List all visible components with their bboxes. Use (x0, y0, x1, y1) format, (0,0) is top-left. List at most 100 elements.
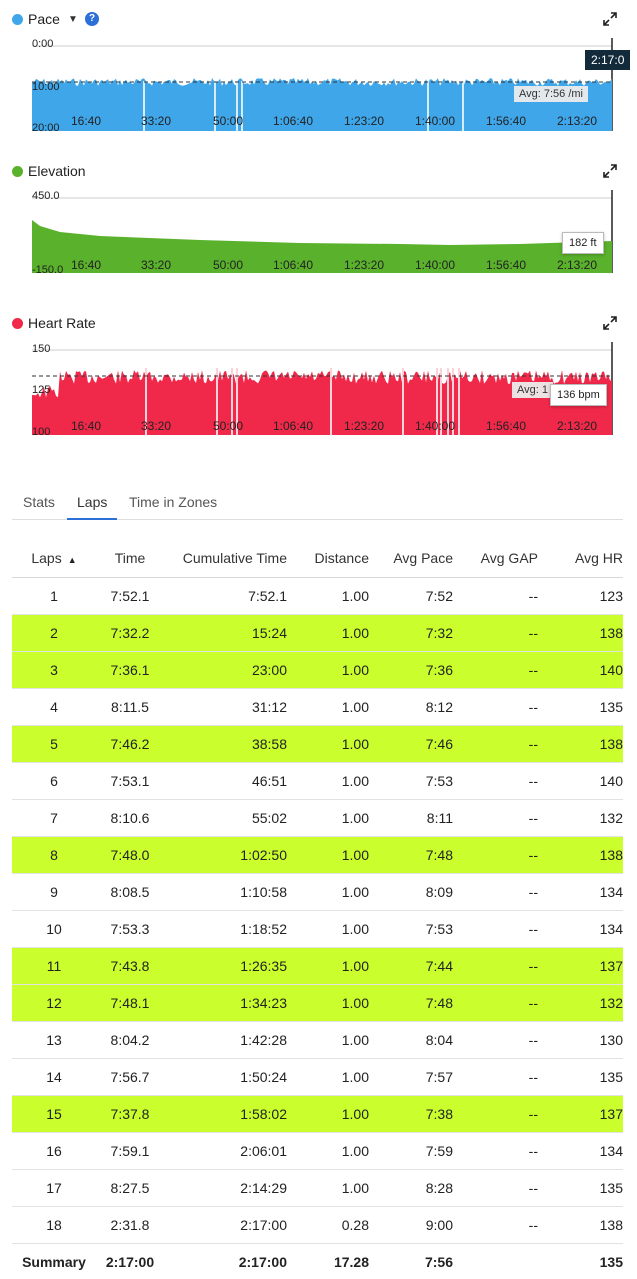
lap-avg-hr: 134 (538, 873, 623, 911)
table-row[interactable]: 7 8:10.6 55:02 1.00 8:11 -- 132 (12, 799, 623, 837)
table-header-row: Laps ▲ Time Cumulative Time Distance Avg … (12, 540, 623, 578)
pace-chart: Pace ▼ ? 0:00 10:00 20:00 16:40 33:20 50:0… (0, 8, 637, 138)
header-avg-pace[interactable]: Avg Pace (369, 540, 453, 578)
lap-avg-pace: 7:32 (369, 614, 453, 652)
lap-avg-hr: 137 (538, 947, 623, 985)
header-distance[interactable]: Distance (287, 540, 369, 578)
lap-number: 4 (12, 688, 96, 726)
lap-avg-pace: 8:12 (369, 688, 453, 726)
summary-avg-pace: 7:56 (369, 1242, 453, 1279)
table-row[interactable]: 14 7:56.7 1:50:24 1.00 7:57 -- 135 (12, 1058, 623, 1096)
lap-cumulative-time: 23:00 (164, 651, 287, 689)
header-laps[interactable]: Laps ▲ (12, 540, 96, 578)
tab-laps[interactable]: Laps (67, 494, 118, 520)
x-tick-label: 2:13:20 (556, 114, 598, 128)
table-row[interactable]: 10 7:53.3 1:18:52 1.00 7:53 -- 134 (12, 910, 623, 948)
lap-avg-gap: -- (453, 799, 538, 837)
table-row[interactable]: 17 8:27.5 2:14:29 1.00 8:28 -- 135 (12, 1169, 623, 1207)
table-row[interactable]: 16 7:59.1 2:06:01 1.00 7:59 -- 134 (12, 1132, 623, 1170)
lap-number: 2 (12, 614, 96, 652)
expand-icon[interactable] (603, 316, 617, 330)
laps-table-body: 1 7:52.1 7:52.1 1.00 7:52 -- 123 2 7:32.2 15:24 1.… (12, 577, 623, 1244)
table-row[interactable]: 11 7:43.8 1:26:35 1.00 7:44 -- 137 (12, 947, 623, 985)
pace-y-bottom-label: 20:00 (32, 122, 60, 134)
chevron-down-icon[interactable]: ▼ (68, 14, 78, 25)
header-avg-gap[interactable]: Avg GAP (453, 540, 538, 578)
lap-avg-gap: -- (453, 1132, 538, 1170)
lap-cumulative-time: 2:17:00 (164, 1206, 287, 1244)
header-time[interactable]: Time (96, 540, 164, 578)
lap-avg-pace: 7:46 (369, 725, 453, 763)
table-row[interactable]: 6 7:53.1 46:51 1.00 7:53 -- 140 (12, 762, 623, 800)
table-row[interactable]: 1 7:52.1 7:52.1 1.00 7:52 -- 123 (12, 577, 623, 615)
lap-avg-pace: 8:09 (369, 873, 453, 911)
help-icon[interactable]: ? (85, 12, 99, 26)
lap-number: 18 (12, 1206, 96, 1244)
x-tick-label: 1:06:40 (272, 258, 314, 272)
lap-number: 17 (12, 1169, 96, 1207)
lap-cumulative-time: 1:02:50 (164, 836, 287, 874)
summary-time: 2:17:00 (96, 1242, 164, 1279)
lap-avg-gap: -- (453, 947, 538, 985)
lap-time: 7:46.2 (96, 725, 164, 763)
table-row[interactable]: 5 7:46.2 38:58 1.00 7:46 -- 138 (12, 725, 623, 763)
hover-time-badge: 2:17:0 (585, 50, 631, 70)
expand-icon[interactable] (603, 12, 617, 26)
tab-stats[interactable]: Stats (23, 494, 55, 518)
lap-distance: 1.00 (287, 873, 369, 911)
lap-cumulative-time: 2:14:29 (164, 1169, 287, 1207)
elevation-plot[interactable]: 450.0 -150.0 16:40 33:20 50:00 1:06:40 1:23:… (0, 188, 637, 288)
table-row[interactable]: 8 7:48.0 1:02:50 1.00 7:48 -- 138 (12, 836, 623, 874)
lap-time: 7:37.8 (96, 1095, 164, 1133)
lap-cumulative-time: 1:34:23 (164, 984, 287, 1022)
table-row[interactable]: 15 7:37.8 1:58:02 1.00 7:38 -- 137 (12, 1095, 623, 1133)
pace-plot[interactable]: 0:00 10:00 20:00 16:40 33:20 50:00 1:06:40 1… (0, 36, 637, 136)
lap-distance: 1.00 (287, 947, 369, 985)
expand-icon[interactable] (603, 164, 617, 178)
tab-time-in-zones[interactable]: Time in Zones (129, 494, 217, 518)
table-row[interactable]: 2 7:32.2 15:24 1.00 7:32 -- 138 (12, 614, 623, 652)
table-row[interactable]: 18 2:31.8 2:17:00 0.28 9:00 -- 138 (12, 1206, 623, 1244)
heartrate-plot[interactable]: 150 125 100 16:40 33:20 50:00 1:06:40 1:23:2… (0, 340, 637, 440)
lap-cumulative-time: 1:10:58 (164, 873, 287, 911)
x-tick-label: 1:40:00 (414, 258, 456, 272)
lap-number: 1 (12, 577, 96, 615)
sort-asc-icon[interactable]: ▲ (68, 555, 77, 565)
lap-avg-pace: 7:57 (369, 1058, 453, 1096)
lap-cumulative-time: 38:58 (164, 725, 287, 763)
lap-number: 9 (12, 873, 96, 911)
elevation-legend-dot (12, 166, 23, 177)
lap-distance: 0.28 (287, 1206, 369, 1244)
lap-number: 11 (12, 947, 96, 985)
lap-avg-gap: -- (453, 873, 538, 911)
lap-distance: 1.00 (287, 1058, 369, 1096)
header-cumulative-time[interactable]: Cumulative Time (164, 540, 287, 578)
pace-chart-title: Pace (28, 11, 60, 27)
x-tick-label: 16:40 (70, 114, 102, 128)
lap-time: 7:53.1 (96, 762, 164, 800)
lap-avg-gap: -- (453, 1095, 538, 1133)
table-row[interactable]: 13 8:04.2 1:42:28 1.00 8:04 -- 130 (12, 1021, 623, 1059)
elevation-y-top-label: 450.0 (32, 190, 60, 202)
lap-distance: 1.00 (287, 984, 369, 1022)
lap-number: 15 (12, 1095, 96, 1133)
table-row[interactable]: 4 8:11.5 31:12 1.00 8:12 -- 135 (12, 688, 623, 726)
pace-legend-dot (12, 14, 23, 25)
summary-label: Summary (12, 1242, 96, 1279)
table-row[interactable]: 12 7:48.1 1:34:23 1.00 7:48 -- 132 (12, 984, 623, 1022)
header-avg-hr[interactable]: Avg HR (538, 540, 623, 578)
lap-avg-hr: 132 (538, 984, 623, 1022)
table-row[interactable]: 9 8:08.5 1:10:58 1.00 8:09 -- 134 (12, 873, 623, 911)
lap-avg-hr: 138 (538, 725, 623, 763)
lap-number: 7 (12, 799, 96, 837)
lap-time: 7:52.1 (96, 577, 164, 615)
x-tick-label: 1:56:40 (485, 114, 527, 128)
table-row[interactable]: 3 7:36.1 23:00 1.00 7:36 -- 140 (12, 651, 623, 689)
lap-avg-hr: 140 (538, 762, 623, 800)
heartrate-y-mid-label: 125 (32, 384, 51, 396)
lap-avg-hr: 135 (538, 1169, 623, 1207)
lap-time: 7:32.2 (96, 614, 164, 652)
lap-avg-gap: -- (453, 577, 538, 615)
lap-avg-gap: -- (453, 688, 538, 726)
x-tick-label: 1:56:40 (485, 258, 527, 272)
